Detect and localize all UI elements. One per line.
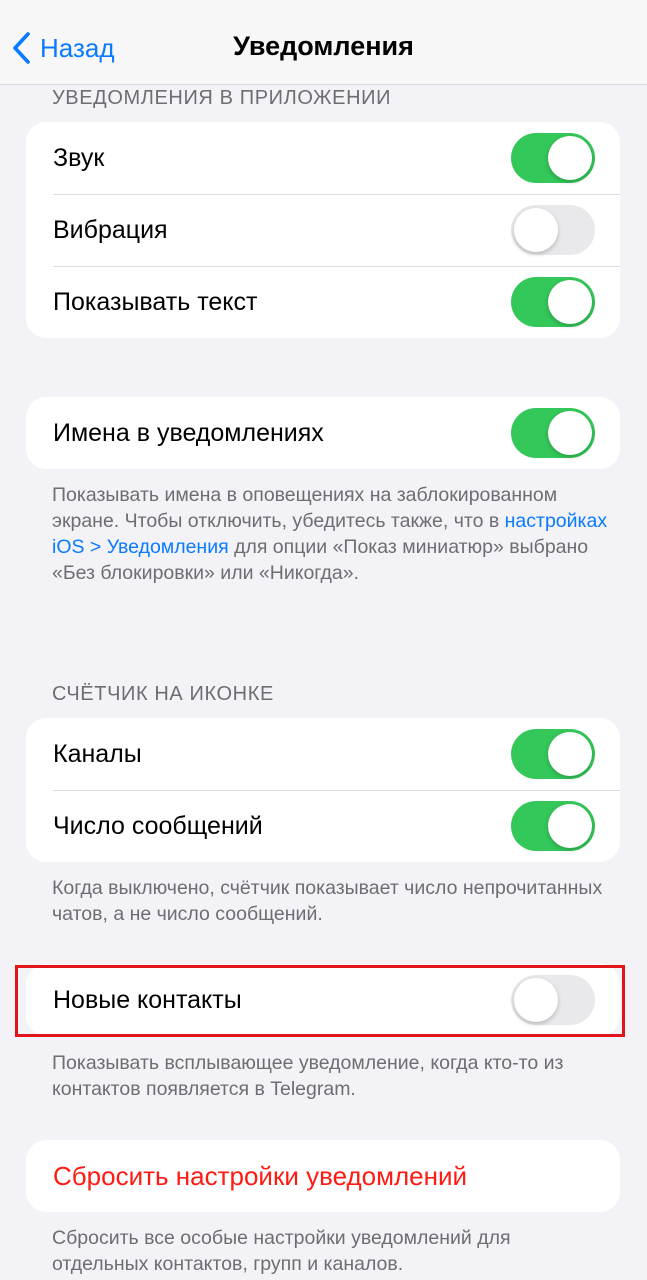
section-header-in-app: УВЕДОМЛЕНИЯ В ПРИЛОЖЕНИИ xyxy=(52,87,392,109)
names-label: Имена в уведомлениях xyxy=(53,418,324,447)
show-text-toggle[interactable] xyxy=(511,277,595,327)
names-group: Имена в уведомлениях xyxy=(26,397,620,469)
new-contacts-group: Новые контакты xyxy=(26,964,620,1036)
channels-toggle[interactable] xyxy=(511,729,595,779)
toggle-knob xyxy=(514,978,558,1022)
sound-toggle[interactable] xyxy=(511,133,595,183)
names-footer-text: Показывать имена в оповещениях на заблок… xyxy=(52,484,558,532)
new-contacts-label: Новые контакты xyxy=(53,985,242,1014)
sound-label: Звук xyxy=(53,143,105,172)
badge-footer: Когда выключено, счётчик показывает числ… xyxy=(52,877,603,925)
row-sound: Звук xyxy=(26,122,620,194)
row-message-count: Число сообщений xyxy=(26,790,620,862)
row-show-text: Показывать текст xyxy=(26,266,620,338)
message-count-toggle[interactable] xyxy=(511,801,595,851)
channels-label: Каналы xyxy=(53,739,142,768)
reset-label: Сбросить настройки уведомлений xyxy=(53,1160,468,1191)
new-contacts-footer: Показывать всплывающее уведомление, когд… xyxy=(52,1052,564,1100)
vibration-label: Вибрация xyxy=(53,215,168,244)
row-channels: Каналы xyxy=(26,718,620,790)
vibration-toggle[interactable] xyxy=(511,205,595,255)
toggle-knob xyxy=(548,136,592,180)
reset-notifications-button[interactable]: Сбросить настройки уведомлений xyxy=(26,1140,620,1212)
toggle-knob xyxy=(514,208,558,252)
row-new-contacts: Новые контакты xyxy=(26,964,620,1036)
toggle-knob xyxy=(548,411,592,455)
badge-group: Каналы Число сообщений xyxy=(26,718,620,862)
names-toggle[interactable] xyxy=(511,408,595,458)
reset-footer: Сбросить все особые настройки уведомлени… xyxy=(52,1227,511,1275)
names-footer: Показывать имена в оповещениях на заблок… xyxy=(52,482,612,586)
row-vibration: Вибрация xyxy=(26,194,620,266)
page-title: Уведомления xyxy=(233,31,414,61)
show-text-label: Показывать текст xyxy=(53,287,258,316)
toggle-knob xyxy=(548,280,592,324)
reset-group: Сбросить настройки уведомлений xyxy=(26,1140,620,1212)
navigation-bar: Назад Уведомления xyxy=(0,0,647,85)
toggle-knob xyxy=(548,732,592,776)
in-app-group: Звук Вибрация Показывать текст xyxy=(26,122,620,338)
toggle-knob xyxy=(548,804,592,848)
new-contacts-toggle[interactable] xyxy=(511,975,595,1025)
section-header-badge: СЧЁТЧИК НА ИКОНКЕ xyxy=(52,683,274,705)
row-names: Имена в уведомлениях xyxy=(26,397,620,469)
message-count-label: Число сообщений xyxy=(53,811,263,840)
